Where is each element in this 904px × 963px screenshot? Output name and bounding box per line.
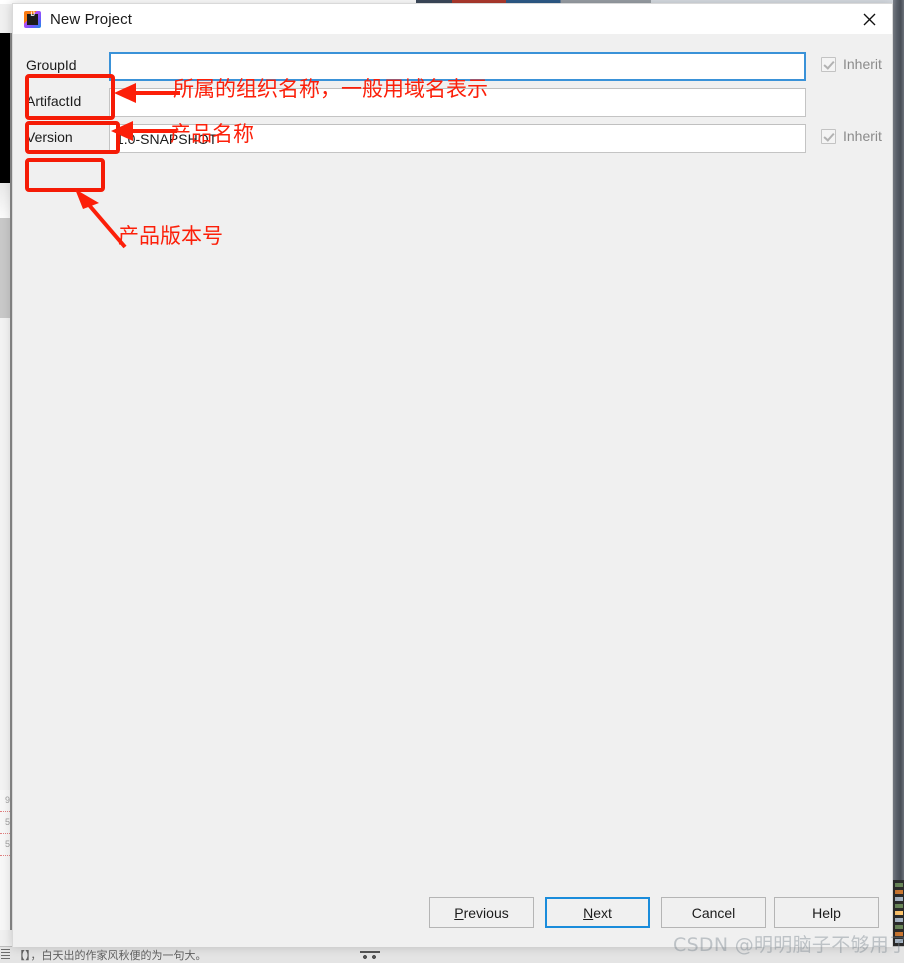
background-status-bar: 【】，白天出的作家风秋便的为一句大。 — [0, 946, 904, 963]
next-button[interactable]: Next — [545, 897, 650, 928]
code-line — [895, 939, 903, 943]
dialog-body: GroupId Inherit ArtifactId Version Inher… — [13, 34, 892, 947]
close-icon[interactable] — [846, 4, 892, 34]
version-input[interactable] — [109, 124, 806, 153]
form-row-artifactid: ArtifactId — [13, 88, 892, 117]
cancel-button[interactable]: Cancel — [661, 897, 766, 928]
artifactid-input[interactable] — [109, 88, 806, 117]
version-inherit-checkbox[interactable]: Inherit — [821, 128, 882, 144]
background-left-panel-2 — [0, 218, 10, 318]
checkbox-checked-icon — [821, 128, 836, 144]
groupid-label: GroupId — [26, 57, 77, 73]
background-left-panel-1 — [0, 183, 10, 218]
code-line — [895, 925, 903, 929]
status-bar-right-icon — [360, 950, 380, 960]
new-project-dialog: New Project GroupId Inherit Artifa — [12, 3, 893, 947]
code-line — [895, 904, 903, 908]
next-button-mnemonic: N — [583, 904, 594, 921]
previous-button-label: revious — [463, 904, 509, 921]
gutter-line-number: 9 — [0, 790, 10, 812]
groupid-inherit-label: Inherit — [843, 56, 882, 72]
code-line — [895, 911, 903, 915]
code-line — [895, 890, 903, 894]
background-left-panel-3 — [0, 318, 10, 790]
groupid-input[interactable] — [109, 52, 806, 81]
status-bar-text: 【】，白天出的作家风秋便的为一句大。 — [14, 950, 207, 962]
dialog-titlebar: New Project — [13, 4, 892, 34]
help-button-label: Help — [812, 904, 841, 921]
screen: 9 5 5 【】，白天出的作家风秋便的为一句大。 New Project — [0, 0, 904, 963]
cancel-button-label: Cancel — [691, 904, 736, 921]
groupid-inherit-checkbox[interactable]: Inherit — [821, 56, 882, 72]
annotation-text-version: 产品版本号 — [118, 224, 223, 248]
annotation-box-version — [25, 158, 105, 192]
background-left-dark-panel — [0, 33, 10, 183]
dialog-title: New Project — [50, 10, 132, 28]
background-right-gradient — [893, 0, 904, 963]
gutter-line-number: 5 — [0, 812, 10, 834]
next-button-label: ext — [593, 904, 612, 921]
code-line — [895, 932, 903, 936]
code-line — [895, 883, 903, 887]
annotation-arrow-version — [75, 189, 127, 249]
previous-button[interactable]: Previous — [429, 897, 534, 928]
form-row-groupid: GroupId Inherit — [13, 52, 892, 81]
help-button[interactable]: Help — [774, 897, 879, 928]
checkbox-checked-icon — [821, 56, 836, 72]
gutter-line-number: 5 — [0, 834, 10, 856]
code-line — [895, 897, 903, 901]
version-inherit-label: Inherit — [843, 128, 882, 144]
previous-button-mnemonic: P — [454, 904, 464, 921]
status-bar-left-icon — [1, 949, 10, 960]
version-label: Version — [26, 129, 73, 145]
dialog-footer: Previous Next Cancel Help — [13, 897, 892, 929]
artifactid-label: ArtifactId — [26, 93, 82, 109]
form-row-version: Version Inherit — [13, 124, 892, 153]
intellij-idea-icon — [24, 10, 41, 28]
code-line — [895, 918, 903, 922]
